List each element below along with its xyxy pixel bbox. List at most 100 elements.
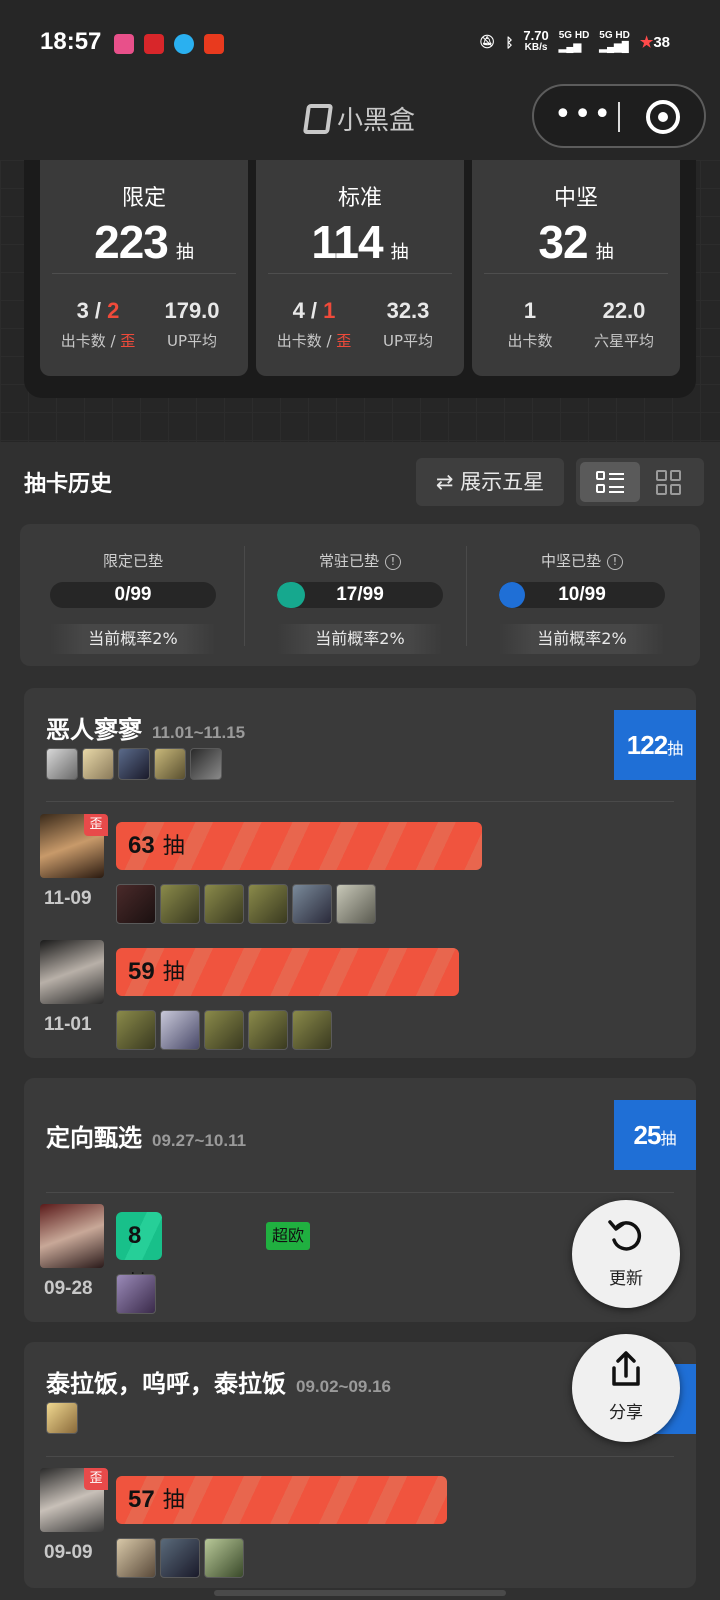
pull-record: 歪 09-09 57 抽 — [40, 1468, 680, 1588]
banner-name: 定向甄选 09.27~10.11 — [46, 1124, 247, 1152]
pity-kernel: 中坚已垫! 10/99 当前概率2% — [469, 524, 695, 666]
divider — [466, 546, 467, 646]
off-banner-tag: 歪 — [84, 814, 108, 836]
capsule-divider — [618, 102, 620, 132]
operator-avatar — [190, 748, 222, 780]
pool-stat-average: 179.0 UP平均 — [164, 298, 220, 350]
pity-limited: 限定已垫 0/99 当前概率2% — [20, 524, 246, 666]
pity-rate: 当前概率2% — [499, 624, 665, 654]
home-indicator[interactable] — [214, 1590, 506, 1596]
pull-date: 11-09 — [44, 888, 92, 909]
pool-card-limited: 限定 223 抽 3 / 2 出卡数 / 歪 179.0 UP平均 — [40, 160, 248, 376]
show-five-star-toggle[interactable]: ⇄ 展示五星 — [416, 458, 564, 506]
mute-icon: 🔕︎ — [479, 34, 496, 49]
close-target-button[interactable] — [646, 100, 680, 134]
signal-bars-icon: ▂▄▆ — [558, 42, 582, 53]
star-icon: ★ — [639, 34, 654, 51]
pool-name: 限定 — [121, 186, 166, 211]
share-button[interactable]: 分享 — [572, 1334, 680, 1442]
status-right: 🔕︎ ᛒ 7.70 KB/s 5G HD ▂▄▆ 5G HD ▂▄▆█ ★38 — [479, 28, 670, 54]
pool-card-standard: 标准 114 抽 4 / 1 出卡数 / 歪 32.3 UP平均 — [256, 160, 464, 376]
pulled-operators — [116, 884, 376, 924]
grid-icon — [656, 470, 682, 496]
signal-2: 5G HD ▂▄▆█ — [599, 30, 630, 53]
banner-name: 泰拉饭，呜呼，泰拉饭 09.02~09.16 — [46, 1370, 392, 1398]
operator-avatar — [118, 748, 150, 780]
operator-avatar — [154, 748, 186, 780]
pull-date: 09-28 — [44, 1278, 93, 1299]
up-operators — [46, 748, 222, 780]
operator-avatar — [336, 884, 376, 924]
divider — [46, 1192, 674, 1193]
pulled-operators — [116, 1274, 156, 1314]
pull-count-bar: 57 抽 — [116, 1476, 447, 1524]
pull-date: 09-09 — [44, 1542, 93, 1563]
operator-avatar — [116, 1274, 156, 1314]
grid-view-button[interactable] — [640, 462, 700, 502]
divider — [52, 273, 236, 274]
qq-icon — [174, 34, 194, 54]
up-operators — [46, 1402, 78, 1434]
battery: ★38 — [639, 34, 670, 51]
pity-card: 限定已垫 0/99 当前概率2% 常驻已垫! 17/99 当前概率2% 中坚已垫… — [20, 524, 700, 666]
pool-stat-cards: 4 / 1 出卡数 / 歪 — [276, 298, 352, 350]
list-view-button[interactable] — [580, 462, 640, 502]
pool-name: 标准 — [337, 186, 382, 211]
view-switch — [576, 458, 704, 506]
banner-card[interactable]: 恶人寥寥 11.01~11.15 122抽 歪 11-09 63 抽 11-01 5… — [24, 688, 696, 1058]
operator-avatar — [116, 1538, 156, 1578]
nav-title: 小黑盒 — [302, 100, 415, 137]
info-icon[interactable]: ! — [607, 553, 623, 570]
pull-date: 11-01 — [44, 1014, 92, 1035]
status-bar: 18:57 🔕︎ ᛒ 7.70 KB/s 5G HD ▂▄▆ 5G HD ▂▄▆… — [0, 0, 720, 88]
taobao-icon — [204, 34, 224, 54]
pool-card-kernel: 中坚 32 抽 1 出卡数 22.0 六星平均 — [472, 160, 680, 376]
divider — [268, 273, 452, 274]
bluetooth-icon: ᛒ — [505, 34, 514, 50]
divider — [46, 1456, 674, 1457]
pool-name: 中坚 — [553, 186, 598, 211]
operator-avatar — [248, 1010, 288, 1050]
pull-count-bar: 8抽 — [116, 1212, 162, 1297]
pool-count: 32 抽 — [538, 216, 614, 268]
signal-bars-icon: ▂▄▆█ — [599, 42, 629, 53]
banner-date: 11.01~11.15 — [152, 723, 246, 742]
history-title: 抽卡历史 — [24, 472, 113, 497]
list-icon — [596, 471, 624, 493]
notification-icons — [114, 34, 224, 54]
pity-progress-bar: 0/99 — [50, 582, 216, 608]
lucky-tag: 超欧 — [266, 1222, 311, 1250]
pool-stat-average: 22.0 六星平均 — [593, 298, 654, 350]
pity-progress-bar: 17/99 — [277, 582, 443, 608]
app-notification-icon — [144, 34, 164, 54]
divider — [244, 546, 245, 646]
operator-portrait — [40, 1204, 104, 1268]
pool-stat-cards: 1 出卡数 — [507, 298, 553, 350]
operator-avatar — [82, 748, 114, 780]
banner-total-badge: 122抽 — [614, 710, 696, 780]
miniprogram-capsule: ••• — [532, 84, 706, 148]
info-icon[interactable]: ! — [385, 553, 401, 570]
banner-date: 09.27~10.11 — [152, 1131, 247, 1150]
off-banner-tag: 歪 — [84, 1468, 108, 1490]
pity-standard: 常驻已垫! 17/99 当前概率2% — [247, 524, 473, 666]
pool-stat-cards: 3 / 2 出卡数 / 歪 — [60, 298, 136, 350]
operator-avatar — [204, 1010, 244, 1050]
net-speed: 7.70 KB/s — [523, 28, 549, 53]
divider — [484, 273, 668, 274]
operator-avatar — [160, 884, 200, 924]
refresh-button[interactable]: 更新 — [572, 1200, 680, 1308]
pulled-operators — [116, 1538, 244, 1578]
status-time: 18:57 — [40, 28, 102, 55]
pull-count-bar: 59 抽 — [116, 948, 459, 996]
app-notification-icon — [114, 34, 134, 54]
operator-avatar — [204, 1538, 244, 1578]
divider — [46, 801, 674, 802]
more-button[interactable]: ••• — [554, 100, 611, 130]
refresh-icon — [608, 1220, 642, 1251]
operator-avatar — [248, 884, 288, 924]
banner-date: 09.02~09.16 — [296, 1377, 392, 1396]
pity-rate: 当前概率2% — [277, 624, 443, 654]
pull-record: 11-01 59 抽 — [40, 940, 680, 1058]
pull-record: 歪 11-09 63 抽 — [40, 814, 680, 934]
